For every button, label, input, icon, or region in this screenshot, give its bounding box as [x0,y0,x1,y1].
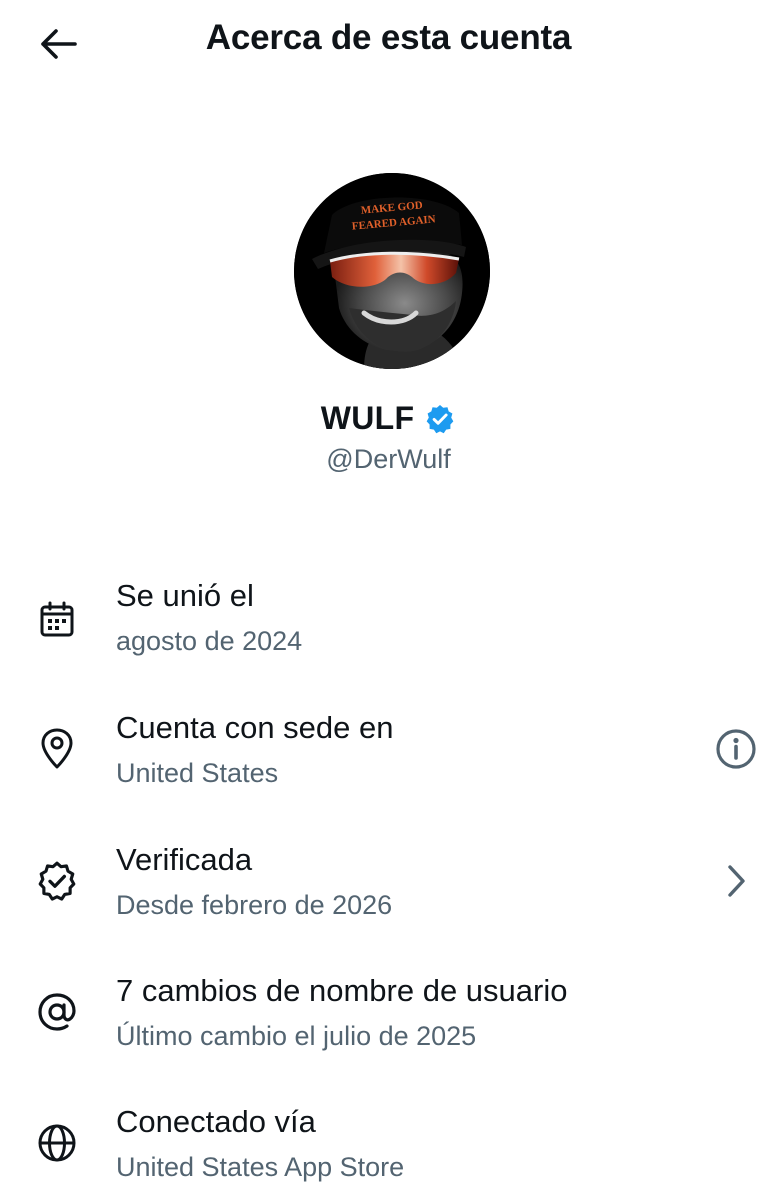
info-row-location: Cuenta con sede en United States [0,702,777,812]
info-row-verified[interactable]: Verificada Desde febrero de 2026 [0,834,777,944]
user-handle: @DerWulf [326,444,451,474]
info-row-username-changes: 7 cambios de nombre de usuario Último ca… [0,965,777,1075]
username-changes-title: 7 cambios de nombre de usuario [116,973,568,1008]
location-title: Cuenta con sede en [116,710,394,745]
verified-badge-icon [34,858,80,904]
verified-title: Verificada [116,842,253,877]
globe-icon [34,1120,80,1166]
display-name: WULF [320,400,415,436]
header-bar: Acerca de esta cuenta [0,0,777,88]
calendar-icon [34,596,80,642]
avatar[interactable]: MAKE GOD FEARED AGAIN [294,173,490,369]
chevron-right-icon[interactable] [713,858,759,904]
info-row-connected-via: Conectado vía United States App Store [0,1096,777,1200]
location-value: United States [116,758,279,788]
info-row-joined: Se unió el agosto de 2024 [0,570,777,680]
at-sign-icon [34,989,80,1035]
avatar-image: MAKE GOD FEARED AGAIN [294,173,490,369]
verified-since: Desde febrero de 2026 [116,890,393,920]
connected-via-title: Conectado vía [116,1104,316,1139]
connected-via-value: United States App Store [116,1152,405,1182]
location-pin-icon [34,726,80,772]
name-row: WULF [0,400,777,437]
info-icon[interactable] [713,726,759,772]
page-title: Acerca de esta cuenta [205,18,572,57]
username-last-change: Último cambio el julio de 2025 [116,1021,477,1051]
joined-date: agosto de 2024 [116,626,303,656]
joined-title: Se unió el [116,578,254,613]
about-account-page: Acerca de esta cuenta MAKE GOD FEARED AG… [0,0,777,1200]
verified-checkmark-icon [426,404,454,433]
